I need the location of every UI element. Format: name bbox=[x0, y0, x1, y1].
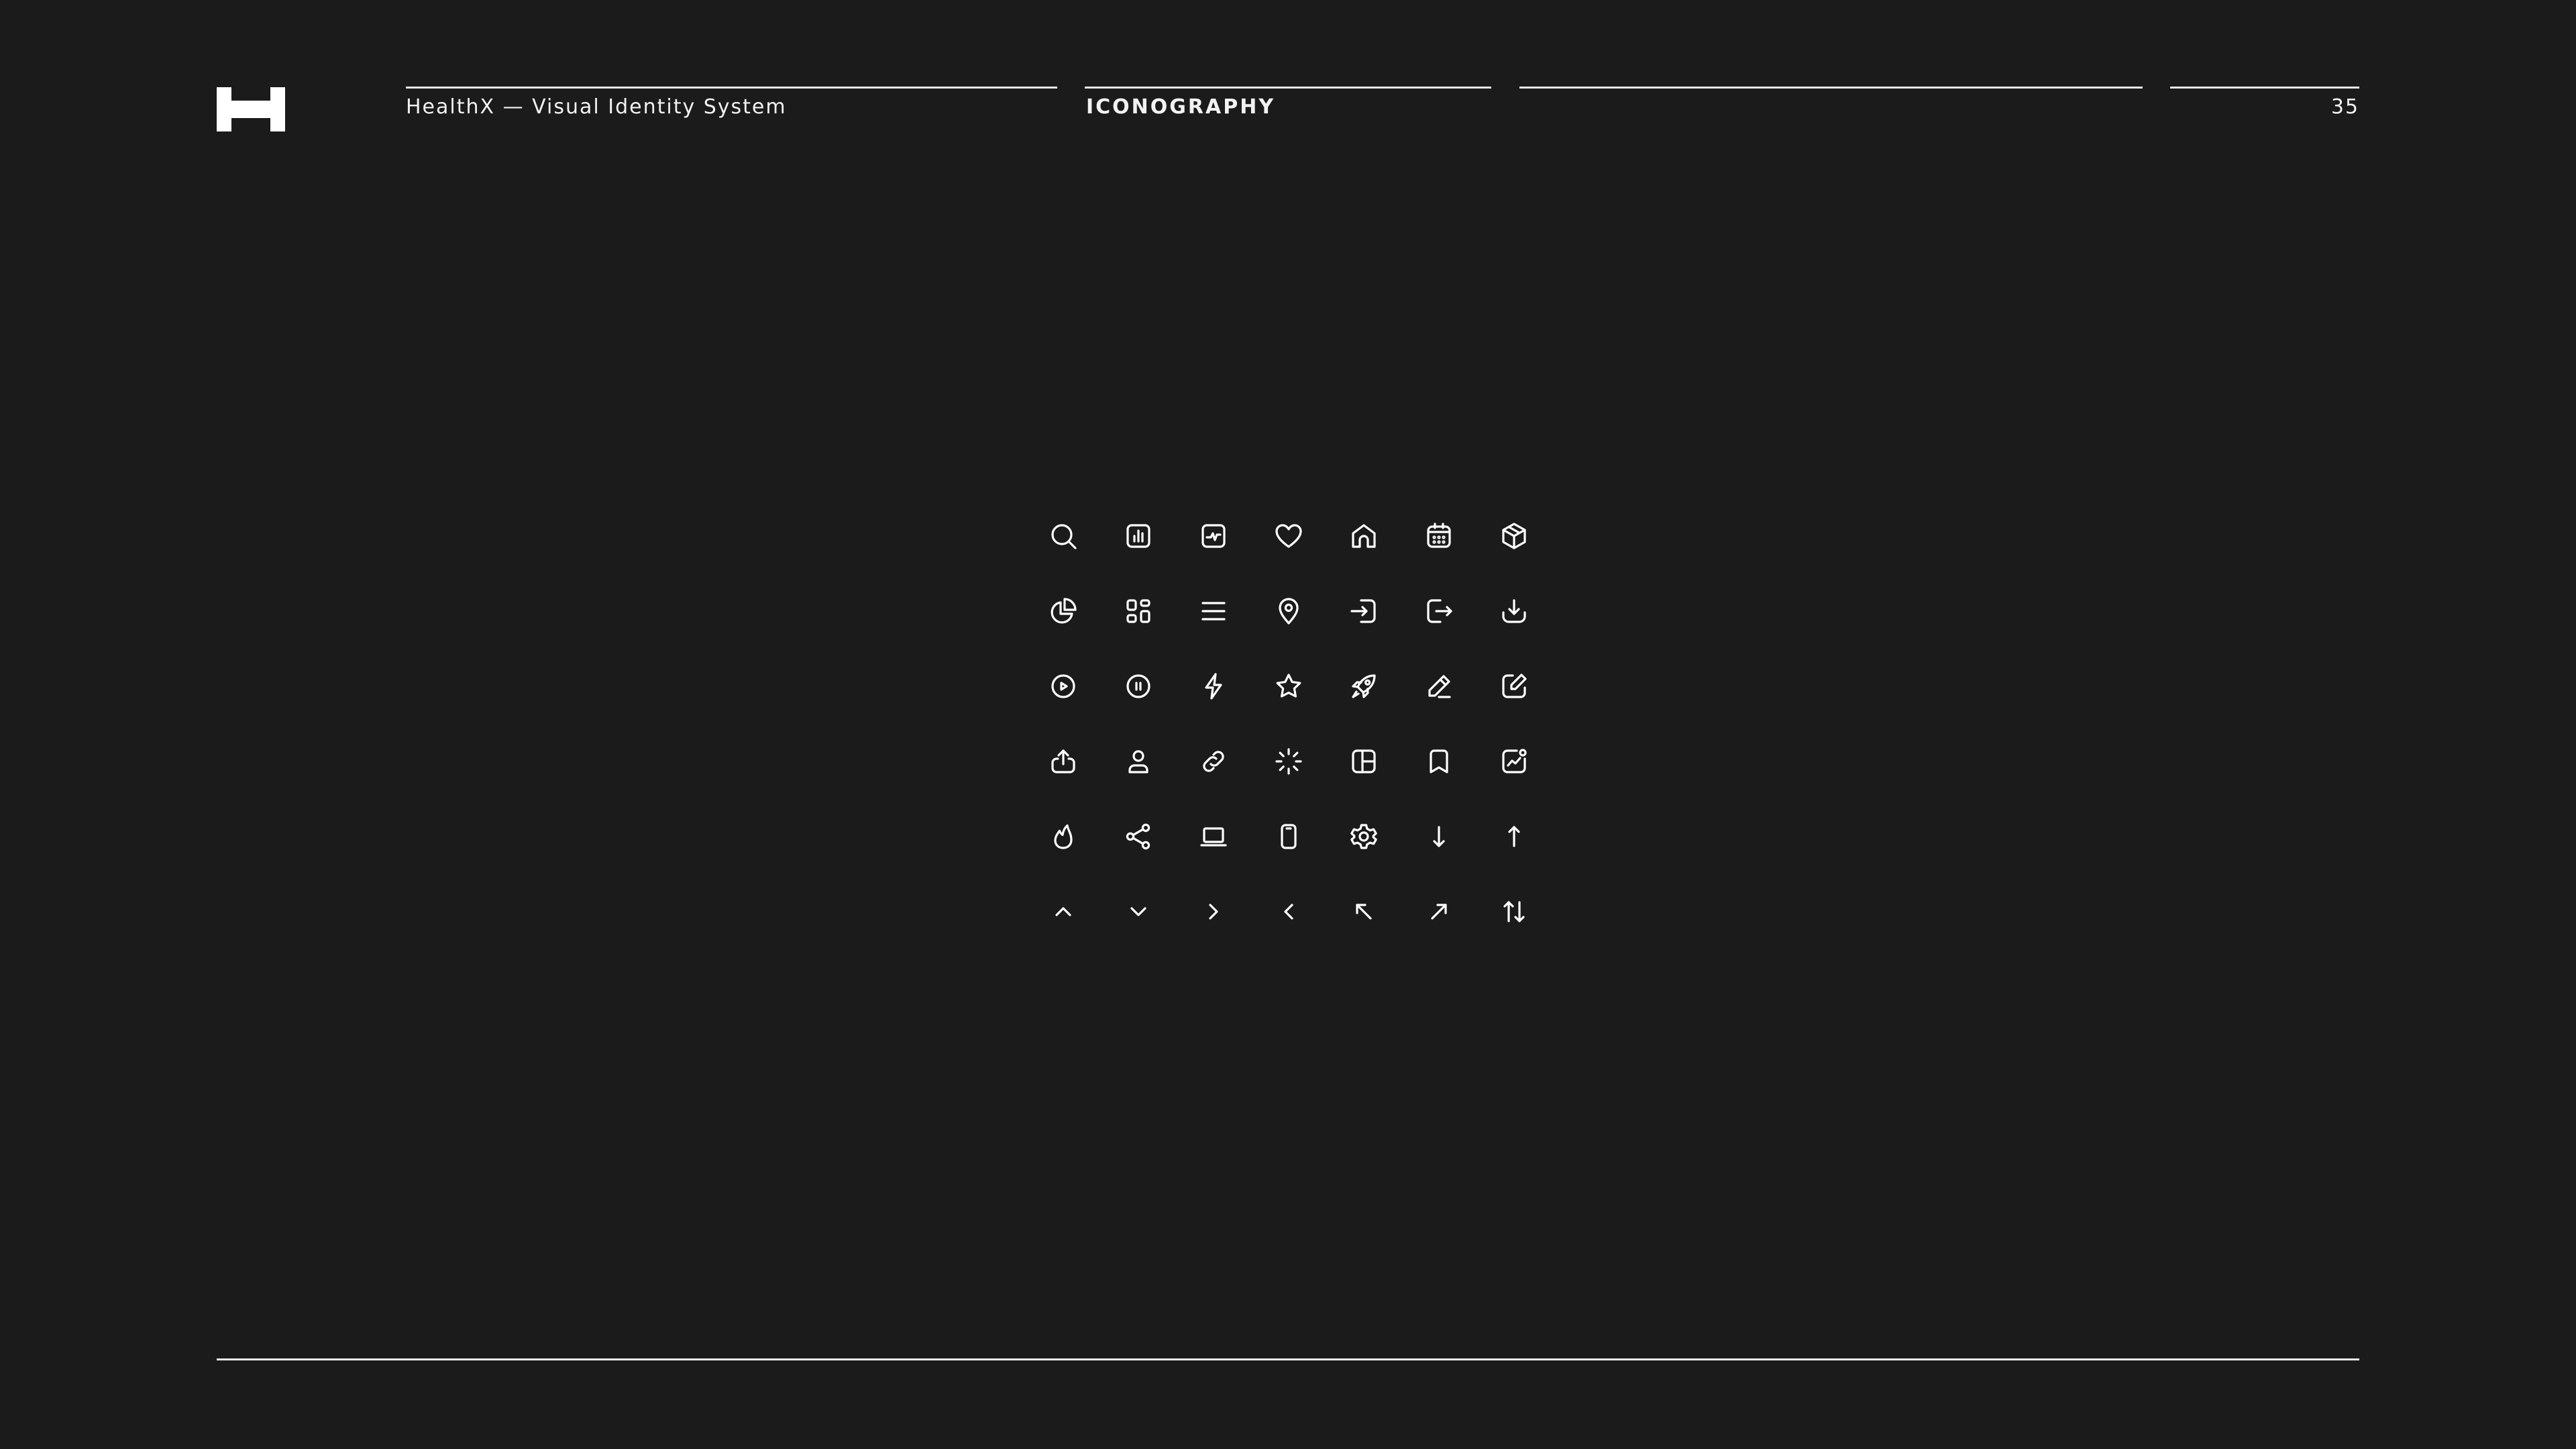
home-icon bbox=[1326, 498, 1401, 574]
settings-icon bbox=[1326, 799, 1401, 874]
sort-arrows-icon bbox=[1477, 874, 1552, 949]
header-rule-1 bbox=[406, 87, 1057, 89]
log-out-icon bbox=[1401, 574, 1477, 649]
dashboard-icon bbox=[1101, 574, 1176, 649]
heart-icon bbox=[1251, 498, 1326, 574]
map-pin-icon bbox=[1251, 574, 1326, 649]
lightning-icon bbox=[1176, 649, 1251, 724]
arrow-up-right-icon bbox=[1401, 874, 1477, 949]
bar-chart-icon bbox=[1101, 498, 1176, 574]
laptop-icon bbox=[1176, 799, 1251, 874]
section-title: ICONOGRAPHY bbox=[1086, 95, 1276, 119]
star-icon bbox=[1251, 649, 1326, 724]
smartphone-icon bbox=[1251, 799, 1326, 874]
footer-rule bbox=[217, 1358, 2359, 1360]
chevron-left-icon bbox=[1251, 874, 1326, 949]
play-circle-icon bbox=[1026, 649, 1101, 724]
search-icon bbox=[1026, 498, 1101, 574]
arrow-up-icon bbox=[1477, 799, 1552, 874]
share-upload-icon bbox=[1026, 724, 1101, 799]
box-icon bbox=[1477, 498, 1552, 574]
pause-circle-icon bbox=[1101, 649, 1176, 724]
loader-icon bbox=[1251, 724, 1326, 799]
download-icon bbox=[1477, 574, 1552, 649]
header-rule-3 bbox=[1519, 87, 2143, 89]
bookmark-icon bbox=[1401, 724, 1477, 799]
trend-notification-icon bbox=[1477, 724, 1552, 799]
user-icon bbox=[1101, 724, 1176, 799]
activity-icon bbox=[1176, 498, 1251, 574]
link-icon bbox=[1176, 724, 1251, 799]
calendar-icon bbox=[1401, 498, 1477, 574]
brand-title: HealthX — Visual Identity System bbox=[406, 95, 787, 119]
chevron-down-icon bbox=[1101, 874, 1176, 949]
layout-icon bbox=[1326, 724, 1401, 799]
rocket-icon bbox=[1326, 649, 1401, 724]
log-in-icon bbox=[1326, 574, 1401, 649]
pie-chart-icon bbox=[1026, 574, 1101, 649]
chevron-up-icon bbox=[1026, 874, 1101, 949]
header-rule-2 bbox=[1085, 87, 1491, 89]
page-number: 35 bbox=[2330, 95, 2359, 119]
pencil-icon bbox=[1401, 649, 1477, 724]
flame-icon bbox=[1026, 799, 1101, 874]
share-nodes-icon bbox=[1101, 799, 1176, 874]
edit-icon bbox=[1477, 649, 1552, 724]
menu-icon bbox=[1176, 574, 1251, 649]
h-logo-icon bbox=[217, 87, 285, 131]
header-rule-4 bbox=[2170, 87, 2359, 89]
icon-grid bbox=[1026, 498, 1552, 949]
arrow-down-icon bbox=[1401, 799, 1477, 874]
arrow-up-left-icon bbox=[1326, 874, 1401, 949]
chevron-right-icon bbox=[1176, 874, 1251, 949]
